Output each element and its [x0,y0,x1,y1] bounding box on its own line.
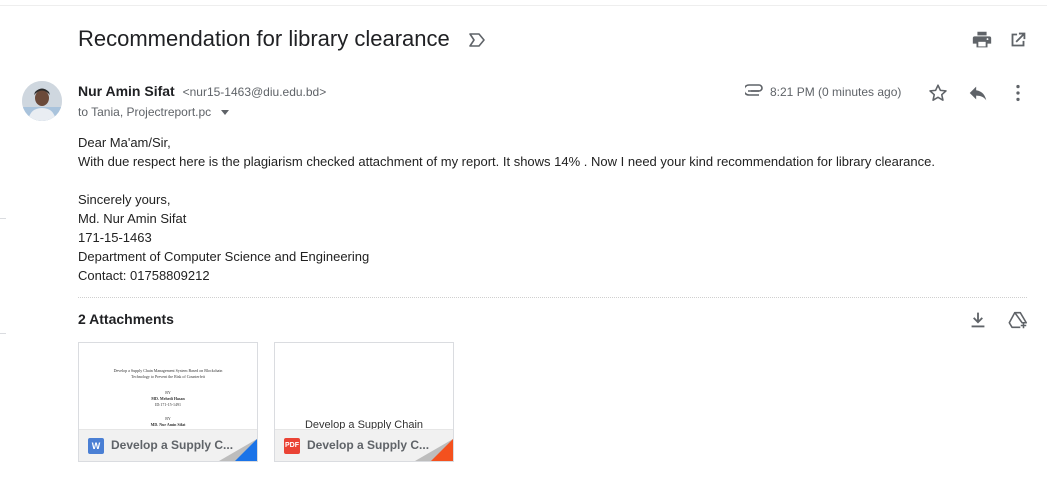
open-in-new-icon[interactable] [1007,29,1029,51]
file-type-corner [431,439,453,461]
preview-line: BY [165,390,171,395]
preview-line: MD. Nur Amin Sifat [150,422,186,427]
sender-name[interactable]: Nur Amin Sifat [78,83,175,99]
more-vert-icon[interactable] [1007,82,1029,104]
sender-avatar[interactable] [22,81,62,121]
left-edge-tick [0,333,6,334]
preview-line: MD. Mehedi Hasan [151,396,185,401]
attachment-card-docx[interactable]: Develop a Supply Chain Management System… [78,342,258,462]
caret-down-icon[interactable] [220,110,229,116]
add-to-drive-icon[interactable] [1007,309,1029,331]
signature-name: Md. Nur Amin Sifat [78,211,187,226]
timestamp: 8:21 PM (0 minutes ago) [770,85,902,99]
attachments-title: 2 Attachments [78,311,174,327]
recipients-line[interactable]: to Tania, Projectreport.pc [78,105,229,119]
attachment-footer: W Develop a Supply C... [79,429,257,461]
reply-icon[interactable] [967,82,989,104]
preview-line: BY [165,416,171,421]
attachment-footer: PDF Develop a Supply C... [275,429,453,461]
word-file-icon: W [88,438,104,454]
left-edge-tick [0,218,6,219]
file-type-corner [235,439,257,461]
download-icon[interactable] [967,309,989,331]
label-outline-icon[interactable] [468,32,486,48]
sender-email: <nur15-1463@diu.edu.bd> [182,85,327,99]
closing: Sincerely yours, [78,192,171,207]
attachment-preview: Develop a Supply Chain Management System… [79,343,257,429]
star-outline-icon[interactable] [927,82,949,104]
message-text: With due respect here is the plagiarism … [78,154,935,169]
signature-department: Department of Computer Science and Engin… [78,249,370,264]
recipients-text: to Tania, Projectreport.pc [78,105,212,119]
attachment-preview: Develop a Supply Chain [275,343,453,429]
preview-line: Develop a Supply Chain Management System… [113,368,223,373]
email-subject: Recommendation for library clearance [78,26,450,51]
signature-id: 171-15-1463 [78,230,152,245]
attachment-name: Develop a Supply C... [111,438,234,452]
sender-line: Nur Amin Sifat <nur15-1463@diu.edu.bd> [78,83,326,99]
pdf-file-icon: PDF [284,438,300,454]
paperclip-icon [745,84,763,96]
avatar-photo [22,81,62,121]
attachments-divider [78,297,1027,298]
print-icon[interactable] [971,29,993,51]
attachment-card-pdf[interactable]: Develop a Supply Chain PDF Develop a Sup… [274,342,454,462]
greeting: Dear Ma'am/Sir, [78,135,171,150]
attachment-name: Develop a Supply C... [307,438,430,452]
top-divider [0,5,1047,6]
signature-contact: Contact: 01758809212 [78,268,210,283]
preview-line: ID:171-15-1491 [155,402,181,407]
preview-line: Technology to Prevent the Risk of Counte… [131,374,205,379]
email-body: Dear Ma'am/Sir, With due respect here is… [78,133,935,285]
preview-line: Develop a Supply Chain [304,419,424,429]
